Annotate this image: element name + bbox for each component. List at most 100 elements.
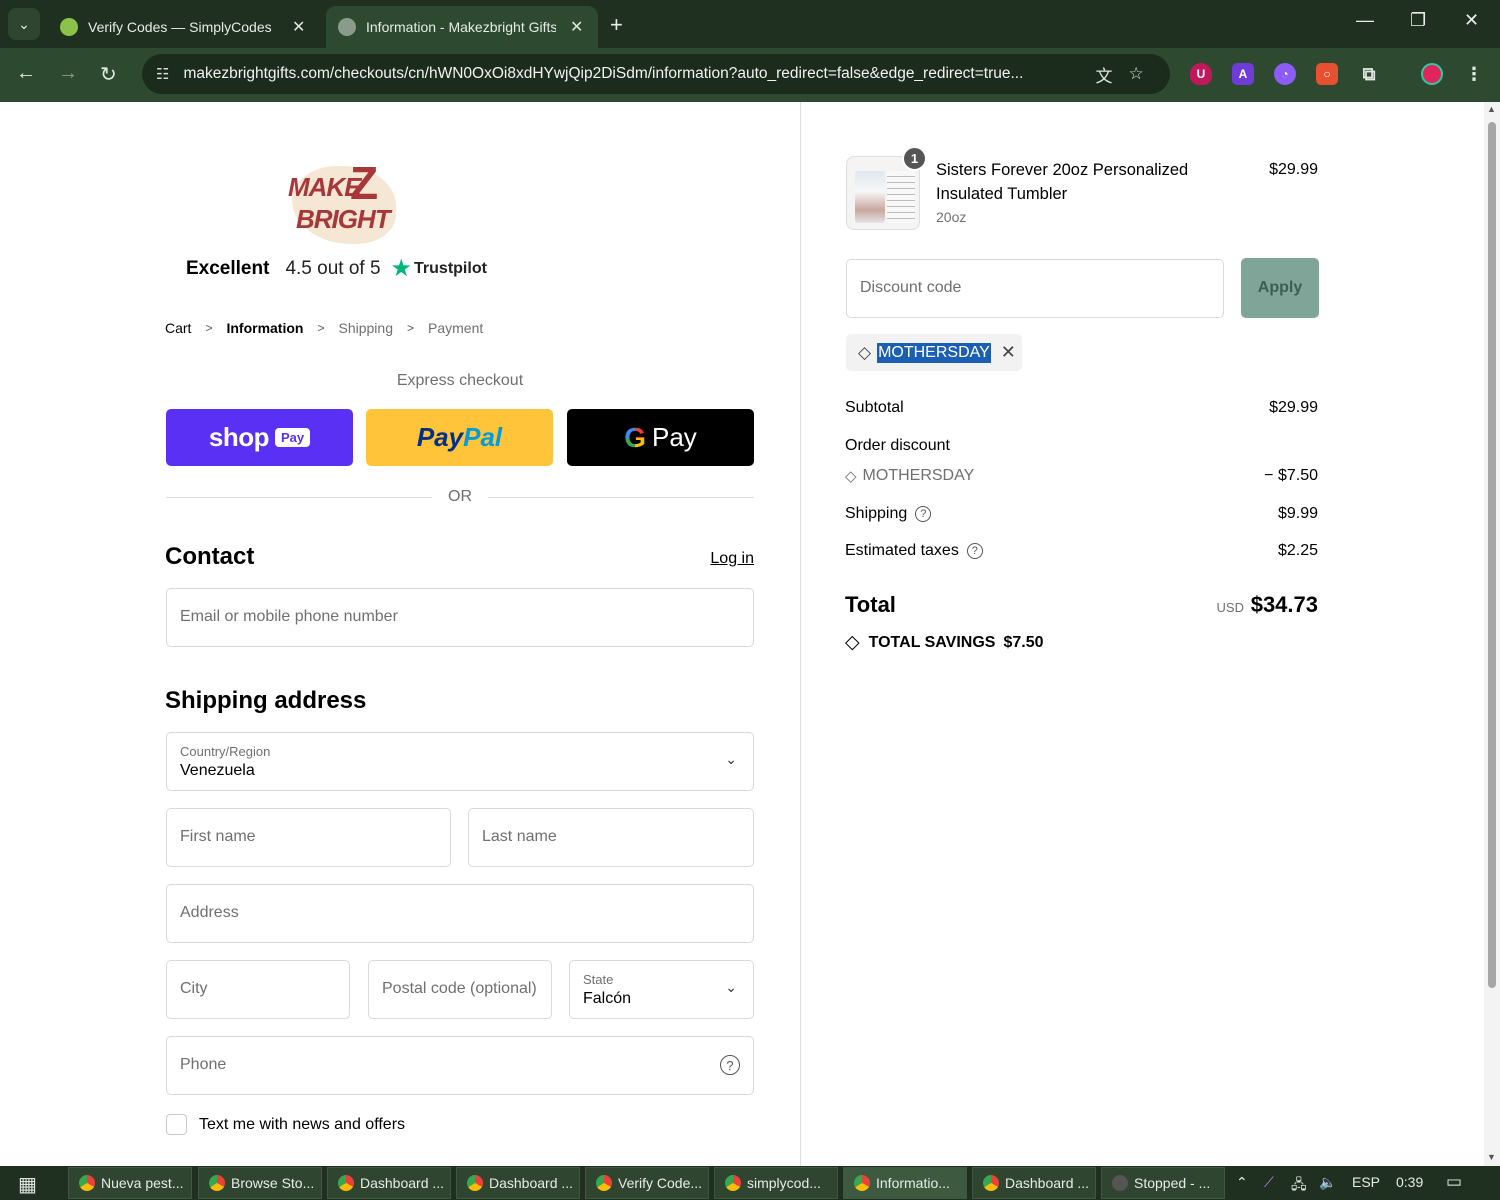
product-variant: 20oz [936, 209, 967, 225]
taskbar-item-title: Dashboard ... [360, 1175, 445, 1191]
paypal-wordmark-a: Pay [416, 422, 464, 452]
help-question-icon[interactable]: ? [915, 506, 932, 522]
postal-code-field[interactable]: Postal code (optional) [368, 960, 552, 1019]
help-question-icon[interactable]: ? [720, 1055, 740, 1075]
last-name-placeholder: Last name [482, 828, 557, 845]
language-indicator[interactable]: ESP [1352, 1174, 1380, 1190]
total-savings-row: ◇ TOTAL SAVINGS $7.50 [845, 631, 1044, 654]
taskbar-item[interactable]: Browse Sto... [198, 1167, 322, 1199]
scroll-up-arrow-icon[interactable]: ▲ [1487, 104, 1496, 114]
state-value: Falcón [583, 990, 632, 1007]
apply-discount-button[interactable]: Apply [1241, 258, 1319, 318]
breadcrumb-cart[interactable]: Cart [165, 320, 191, 336]
product-price: $29.99 [1269, 161, 1318, 178]
shipping-address-heading: Shipping address [165, 687, 367, 714]
state-select[interactable]: State Falcón ⌄ [569, 960, 754, 1019]
order-discount-code: MOTHERSDAY [862, 467, 975, 484]
new-tab-plus-icon[interactable]: + [610, 12, 623, 38]
bookmark-star-icon[interactable]: ☆ [1128, 64, 1143, 84]
tab-search-chevron-icon[interactable]: ⌄ [8, 8, 40, 40]
last-name-field[interactable]: Last name [468, 808, 754, 867]
shop-pay-button[interactable]: shop Pay [166, 409, 353, 466]
first-name-field[interactable]: First name [166, 808, 451, 867]
chevron-down-icon: ⌄ [725, 751, 737, 767]
back-arrow-icon[interactable]: ← [16, 62, 36, 85]
tab-information[interactable]: Information - Makezbright Gifts ✕ [326, 6, 598, 48]
taskbar-item[interactable]: Stopped - ... [1101, 1167, 1225, 1199]
scroll-down-arrow-icon[interactable]: ▼ [1487, 1152, 1496, 1162]
help-question-icon[interactable]: ? [966, 543, 983, 559]
profile-avatar[interactable] [1421, 63, 1443, 85]
page-scrollbar[interactable]: ▲ ▼ [1484, 102, 1500, 1166]
email-placeholder: Email or mobile phone number [180, 608, 398, 625]
remove-discount-icon[interactable]: ✕ [1001, 342, 1016, 363]
close-window-icon[interactable]: ✕ [1464, 10, 1479, 31]
taskbar-item-title: Stopped - ... [1134, 1175, 1211, 1191]
taskbar-item[interactable]: Dashboard ... [972, 1167, 1096, 1199]
url-text[interactable]: makezbrightgifts.com/checkouts/cn/hWN0Ox… [183, 65, 1079, 83]
network-icon[interactable]: 🖧 [1291, 1174, 1307, 1198]
city-field[interactable]: City [166, 960, 350, 1019]
phone-field[interactable]: Phone ? [166, 1036, 754, 1095]
rating-word: Excellent [186, 257, 270, 279]
tab-verify-codes[interactable]: Verify Codes — SimplyCodes ✕ [48, 6, 324, 48]
address-field[interactable]: Address [166, 884, 754, 943]
taskbar-item[interactable]: Nueva pest... [68, 1167, 192, 1199]
translate-icon[interactable]: 文 [1095, 62, 1112, 87]
start-grid-icon[interactable]: ▦ [18, 1172, 37, 1197]
email-field[interactable]: Email or mobile phone number [166, 588, 754, 647]
minimize-icon[interactable]: — [1356, 10, 1374, 31]
chrome-icon [209, 1175, 225, 1191]
order-discount-label: Order discount [845, 437, 950, 454]
chrome-icon [338, 1175, 354, 1191]
orange-extension-icon[interactable]: ○ [1316, 63, 1338, 85]
applied-discount-code: MOTHERSDAY [877, 342, 991, 363]
taskbar-item[interactable]: Dashboard ... [327, 1167, 451, 1199]
menu-kebab-icon[interactable]: ⋮ [1463, 63, 1485, 85]
taxes-value: $2.25 [1277, 542, 1318, 559]
restore-icon[interactable]: ❐ [1410, 10, 1426, 31]
sms-optin-label: Text me with news and offers [199, 1115, 406, 1133]
or-text: OR [448, 488, 472, 505]
scrollbar-thumb[interactable] [1488, 122, 1496, 988]
trustpilot-brand: Trustpilot [414, 259, 487, 277]
makezbright-logo[interactable]: MAKE Z BRIGHT [284, 156, 402, 248]
trustpilot-star-icon: ★ [390, 255, 413, 282]
taskbar-item-title: simplycod... [747, 1175, 821, 1191]
postal-code-placeholder: Postal code (optional) [382, 980, 537, 997]
tray-chevron-up-icon[interactable]: ⌃ [1236, 1174, 1248, 1191]
ublock-extension-icon[interactable]: U [1190, 63, 1212, 85]
purple-extension-icon[interactable]: ◔ [1274, 63, 1296, 85]
volume-icon[interactable]: 🔈 [1319, 1174, 1336, 1191]
chevron-right-icon: > [406, 321, 414, 335]
state-label: State [583, 972, 614, 987]
taskbar-item[interactable]: simplycod... [714, 1167, 838, 1199]
country-select[interactable]: Country/Region Venezuela ⌄ [166, 732, 754, 791]
trustpilot-rating: Excellent 4.5 out of 5 ★ Trustpilot [186, 254, 487, 283]
phone-placeholder: Phone [180, 1056, 227, 1073]
total-savings-label: TOTAL SAVINGS [868, 633, 996, 651]
log-in-link[interactable]: Log in [680, 550, 754, 568]
paypal-button[interactable]: Pay Pal [366, 409, 553, 466]
site-info-icon[interactable]: ☷ [156, 65, 169, 83]
close-tab-icon[interactable]: ✕ [292, 17, 305, 37]
order-discount-value: − $7.50 [1264, 467, 1318, 484]
discount-code-field[interactable]: Discount code [846, 259, 1224, 318]
taskbar-item[interactable]: Verify Code... [585, 1167, 709, 1199]
a-extension-icon[interactable]: A [1232, 63, 1254, 85]
taskbar-item[interactable]: Dashboard ... [456, 1167, 580, 1199]
sms-optin-row[interactable]: Text me with news and offers [166, 1114, 405, 1135]
forward-arrow-icon[interactable]: → [58, 62, 78, 85]
clock[interactable]: 0:39 [1396, 1174, 1423, 1190]
chevron-right-icon: > [205, 321, 213, 335]
taskbar-item-active[interactable]: Informatio... [843, 1167, 967, 1199]
feather-tray-icon[interactable]: ⟋ [1264, 1174, 1274, 1191]
reload-icon[interactable]: ↻ [100, 62, 117, 87]
app-icon [1112, 1175, 1128, 1191]
sms-optin-checkbox[interactable] [166, 1114, 187, 1135]
address-bar[interactable]: ☷ makezbrightgifts.com/checkouts/cn/hWN0… [142, 54, 1170, 94]
close-tab-icon[interactable]: ✕ [570, 17, 583, 37]
extensions-puzzle-icon[interactable]: ⧉ [1358, 63, 1380, 85]
notifications-icon[interactable]: ▭ [1446, 1172, 1462, 1192]
google-pay-button[interactable]: G Pay [567, 409, 754, 466]
